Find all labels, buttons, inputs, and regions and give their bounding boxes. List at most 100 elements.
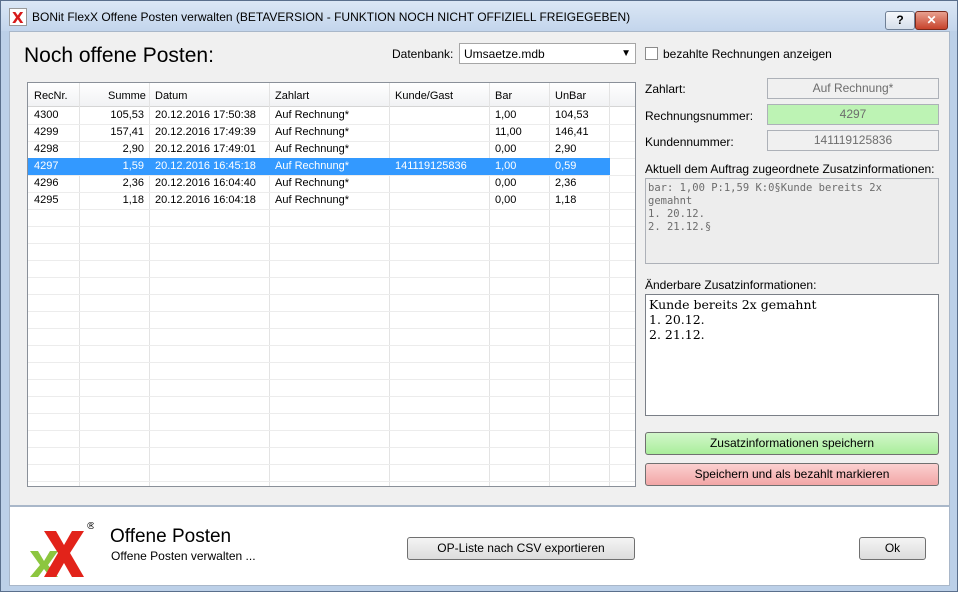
row-divider <box>28 362 635 363</box>
bonit-logo: ® <box>30 521 94 577</box>
cell-bar: 1,00 <box>495 160 517 172</box>
footer-panel: ® Offene Posten Offene Posten verwalten … <box>9 506 950 586</box>
row-divider <box>28 345 635 346</box>
row-divider <box>28 226 635 227</box>
row-divider <box>28 481 635 482</box>
cell-datum: 20.12.2016 17:49:39 <box>155 126 256 138</box>
cell-unbar: 1,18 <box>555 194 577 206</box>
datenbank-label: Datenbank: <box>392 47 454 61</box>
cell-recnr: 4296 <box>34 177 59 189</box>
footer-title: Offene Posten <box>110 526 232 547</box>
row-divider <box>28 396 635 397</box>
save-paid-button[interactable]: Speichern und als bezahlt markieren <box>645 463 939 486</box>
footer-subtitle: Offene Posten verwalten ... <box>111 549 256 563</box>
cell-unbar: 2,36 <box>555 177 577 189</box>
page-title: Noch offene Posten: <box>24 44 214 67</box>
column-header-summe[interactable]: Summe <box>108 90 146 102</box>
cell-unbar: 2,90 <box>555 143 577 155</box>
table-row[interactable]: 4296 2,36 20.12.2016 16:04:40 Auf Rechnung*… <box>28 175 610 192</box>
cell-zahlart: Auf Rechnung* <box>275 160 349 172</box>
cell-summe: 157,41 <box>110 126 144 138</box>
rechnungsnummer-field: 4297 <box>767 104 939 125</box>
cell-summe: 1,59 <box>122 160 144 172</box>
table-row[interactable]: 4299 157,41 20.12.2016 17:49:39 Auf Rechnun… <box>28 124 610 141</box>
cell-recnr: 4297 <box>34 160 59 172</box>
cell-datum: 20.12.2016 16:04:18 <box>155 194 256 206</box>
row-divider <box>28 294 635 295</box>
cell-zahlart: Auf Rechnung* <box>275 177 349 189</box>
open-items-table[interactable]: RecNr. Summe Datum Zahlart Kunde/Gast Ba… <box>27 82 636 487</box>
row-divider <box>28 260 635 261</box>
row-divider <box>28 277 635 278</box>
column-header-kunde[interactable]: Kunde/Gast <box>395 90 453 102</box>
cell-kunde: 141119125836 <box>395 160 467 172</box>
main-window: X BONit FlexX Offene Posten verwalten (B… <box>0 0 958 592</box>
cell-zahlart: Auf Rechnung* <box>275 194 349 206</box>
cell-zahlart: Auf Rechnung* <box>275 143 349 155</box>
show-paid-label[interactable]: bezahlte Rechnungen anzeigen <box>663 47 832 61</box>
row-divider <box>28 328 635 329</box>
current-info-field: bar: 1,00 P:1,59 K:0§Kunde bereits 2x ge… <box>645 178 939 264</box>
row-divider <box>28 209 635 210</box>
kundennummer-label: Kundennummer: <box>645 135 734 149</box>
cell-bar: 1,00 <box>495 109 517 121</box>
title-bar[interactable]: X BONit FlexX Offene Posten verwalten (B… <box>1 1 957 31</box>
zahlart-field: Auf Rechnung* <box>767 78 939 99</box>
column-header-datum[interactable]: Datum <box>155 90 187 102</box>
cell-summe: 2,90 <box>122 143 144 155</box>
kundennummer-field: 141119125836 <box>767 130 939 151</box>
help-button[interactable]: ? <box>885 11 915 30</box>
current-info-label: Aktuell dem Auftrag zugeordnete Zusatzin… <box>645 162 935 176</box>
cell-bar: 0,00 <box>495 177 517 189</box>
cell-datum: 20.12.2016 16:04:40 <box>155 177 256 189</box>
cell-zahlart: Auf Rechnung* <box>275 126 349 138</box>
editable-info-textarea[interactable]: Kunde bereits 2x gemahnt 1. 20.12. 2. 21… <box>645 294 939 416</box>
table-row[interactable]: 4297 1,59 20.12.2016 16:45:18 Auf Rechnung*… <box>28 158 610 175</box>
row-divider <box>28 311 635 312</box>
rechnungsnummer-label: Rechnungsnummer: <box>645 109 754 123</box>
cell-recnr: 4295 <box>34 194 59 206</box>
chevron-down-icon[interactable]: ▼ <box>621 48 631 59</box>
cell-recnr: 4300 <box>34 109 59 121</box>
ok-button[interactable]: Ok <box>859 537 926 560</box>
cell-datum: 20.12.2016 16:45:18 <box>155 160 256 172</box>
row-divider <box>28 243 635 244</box>
table-row[interactable]: 4295 1,18 20.12.2016 16:04:18 Auf Rechnung*… <box>28 192 610 209</box>
app-icon[interactable]: X <box>9 8 27 27</box>
datenbank-select[interactable]: Umsaetze.mdb ▼ <box>459 43 636 64</box>
row-divider <box>28 413 635 414</box>
cell-summe: 1,18 <box>122 194 144 206</box>
cell-summe: 2,36 <box>122 177 144 189</box>
column-header-recnr[interactable]: RecNr. <box>34 90 68 102</box>
cell-datum: 20.12.2016 17:49:01 <box>155 143 256 155</box>
cell-zahlart: Auf Rechnung* <box>275 109 349 121</box>
export-csv-button[interactable]: OP-Liste nach CSV exportieren <box>407 537 635 560</box>
close-button[interactable]: ✕ <box>915 11 948 30</box>
zahlart-label: Zahlart: <box>645 82 686 96</box>
show-paid-checkbox[interactable] <box>645 47 658 60</box>
row-divider <box>28 464 635 465</box>
cell-unbar: 104,53 <box>555 109 589 121</box>
table-row[interactable]: 4298 2,90 20.12.2016 17:49:01 Auf Rechnung*… <box>28 141 610 158</box>
cell-recnr: 4298 <box>34 143 59 155</box>
save-info-button[interactable]: Zusatzinformationen speichern <box>645 432 939 455</box>
cell-bar: 11,00 <box>495 126 522 138</box>
table-header: RecNr. Summe Datum Zahlart Kunde/Gast Ba… <box>28 83 635 107</box>
cell-datum: 20.12.2016 17:50:38 <box>155 109 256 121</box>
column-header-zahlart[interactable]: Zahlart <box>275 90 309 102</box>
cell-unbar: 146,41 <box>555 126 589 138</box>
cell-bar: 0,00 <box>495 194 517 206</box>
row-divider <box>28 430 635 431</box>
column-header-unbar[interactable]: UnBar <box>555 90 586 102</box>
row-divider <box>28 447 635 448</box>
cell-summe: 105,53 <box>110 109 144 121</box>
table-row[interactable]: 4300 105,53 20.12.2016 17:50:38 Auf Rechnun… <box>28 107 610 124</box>
datenbank-value: Umsaetze.mdb <box>464 47 545 61</box>
window-title: BONit FlexX Offene Posten verwalten (BET… <box>32 10 631 24</box>
registered-mark: ® <box>86 521 94 532</box>
client-area: Noch offene Posten: Datenbank: Umsaetze.… <box>9 31 950 506</box>
cell-unbar: 0,59 <box>555 160 577 172</box>
column-header-bar[interactable]: Bar <box>495 90 512 102</box>
cell-recnr: 4299 <box>34 126 59 138</box>
editable-info-label: Änderbare Zusatzinformationen: <box>645 278 817 292</box>
